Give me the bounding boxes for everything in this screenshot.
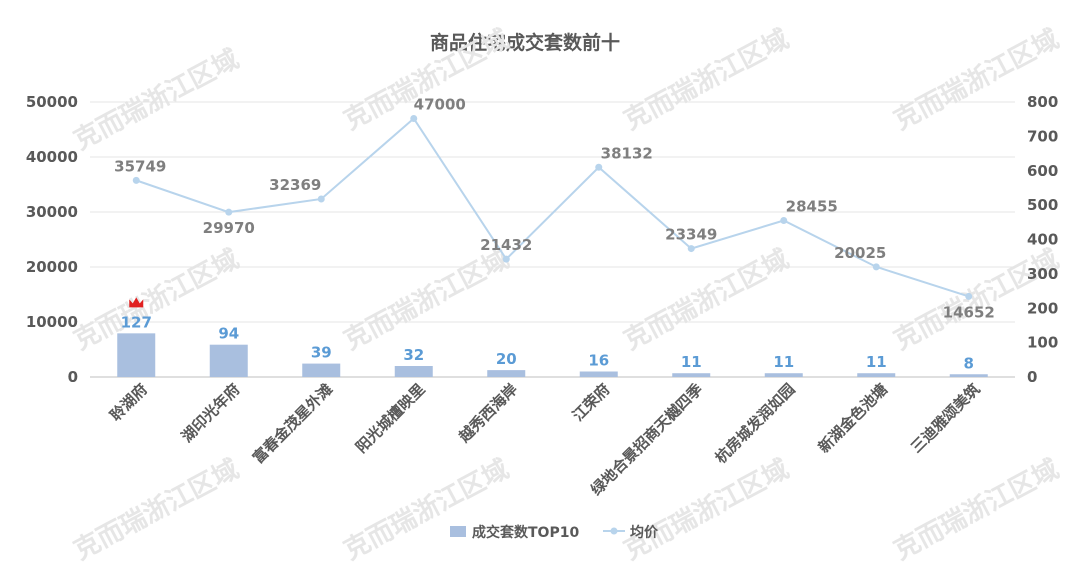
- left-axis-tick-label: 30000: [26, 203, 78, 221]
- line-point: [410, 115, 418, 122]
- legend-line-label: 均价: [630, 524, 659, 541]
- right-axis-tick-label: 500: [1027, 196, 1058, 214]
- line-value-label: 29970: [203, 219, 255, 237]
- line-point: [965, 292, 973, 300]
- bar-value-label: 11: [681, 353, 702, 371]
- bar: [117, 333, 156, 377]
- left-axis-ticks: 0 10000 20000 30000 40000 50000: [26, 93, 78, 386]
- line-value-label: 38132: [601, 144, 653, 162]
- bar-value-label: 11: [773, 353, 794, 371]
- line-point: [132, 176, 140, 184]
- watermarks: 克而瑞浙江区域 克而瑞浙江区域 克而瑞浙江区域 克而瑞浙江区域克而瑞浙江区域 克而瑞浙江…: [69, 24, 1064, 566]
- legend-bar-label: 成交套数TOP10: [472, 524, 579, 541]
- watermark-text: 克而瑞浙江区域: [619, 454, 794, 566]
- right-axis-tick-label: 0: [1027, 368, 1037, 386]
- left-axis-tick-label: 0: [68, 368, 78, 386]
- line-series: 35749 29970 32369 47000 21432 38132 23349 28455…: [114, 96, 995, 322]
- bar: [949, 374, 988, 377]
- bar-value-label: 32: [403, 346, 424, 364]
- bar-value-label: 39: [311, 344, 332, 362]
- category-label: 江荣府: [569, 380, 614, 425]
- bar-value-label: 8: [964, 354, 974, 372]
- line-point: [872, 263, 880, 271]
- bar: [857, 373, 896, 377]
- line-value-label: 23349: [665, 226, 717, 244]
- watermark-text: 克而瑞浙江区域: [619, 244, 794, 356]
- bar-value-label: 11: [866, 353, 887, 371]
- right-axis-tick-label: 300: [1027, 265, 1058, 283]
- watermark-text: 克而瑞浙江区域: [339, 24, 514, 136]
- left-axis-tick-label: 20000: [26, 258, 78, 276]
- line-value-label: 28455: [786, 197, 838, 215]
- bar: [579, 371, 618, 377]
- line-point: [595, 163, 603, 171]
- right-axis-tick-label: 800: [1027, 93, 1058, 111]
- right-axis-tick-label: 100: [1027, 334, 1058, 352]
- category-label: 湖印光年府: [178, 380, 244, 446]
- line-value-label: 35749: [114, 157, 166, 175]
- bar-value-label: 16: [588, 352, 609, 370]
- bar: [764, 373, 803, 377]
- legend-line-marker: [610, 527, 618, 535]
- category-label: 杭房城发润如园: [712, 380, 799, 467]
- bar: [394, 366, 433, 377]
- bar-value-label: 20: [496, 350, 517, 368]
- category-label: 聆湖府: [107, 380, 152, 425]
- watermark-text: 克而瑞浙江区域: [69, 454, 244, 566]
- line-point: [502, 255, 510, 263]
- right-axis-tick-label: 600: [1027, 162, 1058, 180]
- line-point: [317, 195, 325, 203]
- line-point: [780, 216, 788, 224]
- chart-svg: 商品住宅成交套数前十 克而瑞浙江区域 克而瑞浙江区域 克而瑞浙江区域 克而瑞浙江区域克…: [26, 24, 1064, 566]
- bar: [302, 363, 341, 377]
- bar-series: 127 94 39 32 20 16 11 11 11 8: [117, 297, 988, 377]
- chart-container: 商品住宅成交套数前十 克而瑞浙江区域 克而瑞浙江区域 克而瑞浙江区域 克而瑞浙江区域克…: [0, 0, 1080, 571]
- category-label: 越秀西海岸: [455, 380, 521, 446]
- category-label: 阳光城檀映里: [352, 380, 428, 456]
- line-value-label: 47000: [414, 96, 466, 114]
- bar: [487, 370, 526, 377]
- line-value-label: 20025: [834, 244, 886, 262]
- line-value-label: 14652: [943, 303, 995, 321]
- bar-value-label: 94: [218, 325, 239, 343]
- bar: [209, 344, 248, 377]
- line-point: [225, 208, 233, 216]
- right-axis-ticks: 0 100 200 300 400 500 600 700 800: [1027, 93, 1058, 386]
- legend-bar-swatch: [450, 526, 466, 537]
- right-axis-tick-label: 200: [1027, 299, 1058, 317]
- bar: [672, 373, 711, 377]
- line-path: [135, 116, 970, 298]
- category-label: 富春金茂星外滩: [249, 380, 336, 467]
- right-axis-tick-label: 400: [1027, 231, 1058, 249]
- left-axis-tick-label: 40000: [26, 148, 78, 166]
- watermark-text: 克而瑞浙江区域: [889, 24, 1064, 136]
- watermark-text: 克而瑞浙江区域: [619, 24, 794, 136]
- line-value-label: 32369: [269, 176, 321, 194]
- watermark-text: 克而瑞浙江区域: [339, 454, 514, 566]
- watermark-text: 克而瑞浙江区域: [339, 244, 514, 356]
- line-value-label: 21432: [480, 236, 532, 254]
- left-axis-tick-label: 50000: [26, 93, 78, 111]
- bar-value-label: 127: [121, 313, 152, 331]
- watermark-text: 克而瑞浙江区域: [69, 44, 244, 156]
- category-label: 新湖金色池塘: [815, 380, 891, 456]
- left-axis-tick-label: 10000: [26, 313, 78, 331]
- line-point: [687, 245, 695, 253]
- watermark-text: 克而瑞浙江区域: [889, 454, 1064, 566]
- right-axis-tick-label: 700: [1027, 127, 1058, 145]
- category-label: 三迪雅颂美筑: [907, 380, 983, 456]
